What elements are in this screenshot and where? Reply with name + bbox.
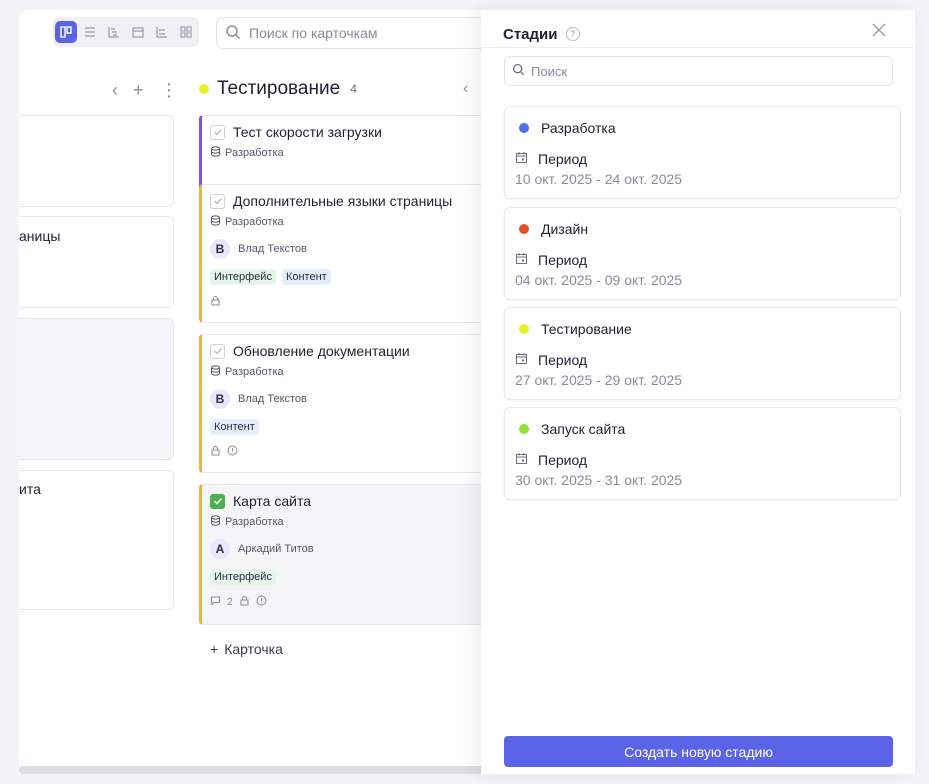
view-switcher	[53, 17, 199, 47]
list-item[interactable]	[19, 115, 174, 207]
stage-name: Разработка	[541, 120, 616, 136]
period-label: Период	[538, 352, 588, 368]
checkbox[interactable]	[210, 493, 225, 509]
stage-color-dot	[519, 123, 529, 133]
plus-icon: +	[210, 641, 219, 657]
stage-name: Тестирование	[541, 321, 632, 337]
lock-icon	[239, 595, 250, 609]
column-header: Тестирование 4	[199, 78, 357, 100]
help-icon[interactable]: ?	[565, 27, 580, 41]
calendar-icon	[515, 452, 528, 468]
stage-color-dot	[519, 224, 529, 234]
chevron-left-icon[interactable]: ‹	[463, 80, 468, 98]
avatar: А	[210, 539, 230, 559]
database-icon	[210, 215, 221, 229]
tag: Интерфейс	[210, 569, 276, 585]
database-icon	[210, 146, 221, 160]
card-title: Тест скорости загрузки	[233, 124, 382, 140]
grid-view-icon[interactable]	[175, 21, 197, 43]
add-card-button[interactable]: + Карточка	[210, 641, 283, 657]
list-item[interactable]	[19, 318, 174, 460]
lock-icon	[210, 295, 221, 309]
column-count: 4	[350, 82, 357, 96]
panel-title: Стадии	[503, 25, 558, 43]
project-name: Разработка	[225, 366, 284, 378]
list-item[interactable]: ита	[19, 470, 174, 610]
calendar-icon	[515, 252, 528, 268]
create-stage-button[interactable]: Создать новую стадию	[504, 736, 893, 767]
period-label: Период	[538, 452, 588, 468]
tag: Интерфейс	[210, 269, 276, 285]
database-icon	[210, 365, 221, 379]
stage-item[interactable]: Тестирование Период 27 окт. 2025 - 29 ок…	[504, 307, 901, 400]
lock-icon	[210, 445, 221, 459]
stage-dates: 27 окт. 2025 - 29 окт. 2025	[515, 372, 683, 388]
search-icon	[225, 24, 241, 43]
tag: Контент	[210, 419, 259, 435]
card-search-placeholder: Поиск по карточкам	[249, 25, 378, 41]
card-title: Обновление документации	[233, 343, 410, 359]
info-icon	[227, 445, 238, 459]
plus-icon[interactable]: +	[133, 80, 144, 101]
stage-color-dot	[199, 84, 209, 94]
list-view-icon[interactable]	[79, 21, 101, 43]
stage-color-dot	[519, 424, 529, 434]
project-name: Разработка	[225, 147, 284, 159]
gantt-view-icon[interactable]	[103, 21, 125, 43]
board-view-icon[interactable]	[55, 21, 77, 43]
search-icon	[512, 63, 525, 79]
timeline-view-icon[interactable]	[151, 21, 173, 43]
avatar: В	[210, 389, 230, 409]
project-name: Разработка	[225, 516, 284, 528]
stage-item[interactable]: Разработка Период 10 окт. 2025 - 24 окт.…	[504, 106, 901, 199]
assignee-name: Влад Текстов	[238, 243, 307, 255]
avatar: В	[210, 239, 230, 259]
stage-dates: 04 окт. 2025 - 09 окт. 2025	[515, 272, 683, 288]
calendar-icon	[515, 151, 528, 167]
checkbox[interactable]	[210, 343, 225, 359]
add-card-label: Карточка	[224, 641, 283, 657]
card-title: Карта сайта	[233, 493, 311, 509]
stage-name: Запуск сайта	[541, 421, 626, 437]
close-icon[interactable]	[871, 22, 887, 38]
database-icon	[210, 515, 221, 529]
assignee-name: Аркадий Титов	[238, 543, 314, 555]
stages-panel: Стадии ? Поиск Разработка Период 10 окт.…	[481, 10, 915, 774]
stage-search-placeholder: Поиск	[531, 63, 568, 79]
comment-icon	[210, 595, 221, 609]
card-search-input[interactable]: Поиск по карточкам	[216, 17, 496, 49]
stage-search-input[interactable]: Поиск	[504, 56, 893, 86]
assignee-name: Влад Текстов	[238, 393, 307, 405]
horizontal-scrollbar[interactable]	[19, 766, 499, 774]
info-icon	[256, 595, 267, 609]
checkbox[interactable]	[210, 124, 225, 140]
tag: Контент	[281, 269, 331, 285]
stage-name: Дизайн	[541, 221, 589, 237]
task-card[interactable]: Карта сайта Разработка А Аркадий Титов И…	[199, 484, 489, 625]
more-vertical-icon[interactable]: ⋮	[160, 80, 178, 101]
project-name: Разработка	[225, 216, 284, 228]
divider	[481, 47, 915, 48]
stage-item[interactable]: Дизайн Период 04 окт. 2025 - 09 окт. 202…	[504, 207, 901, 300]
stage-color-dot	[519, 324, 529, 334]
card-title: Дополнительные языки страницы	[233, 193, 453, 209]
chevron-left-icon[interactable]: ‹	[112, 80, 118, 101]
list-item[interactable]: аницы	[19, 216, 174, 308]
checkbox[interactable]	[210, 193, 225, 209]
calendar-view-icon[interactable]	[127, 21, 149, 43]
task-card[interactable]: Обновление документации Разработка В Вла…	[199, 334, 489, 473]
task-card[interactable]: Дополнительные языки страницы Разработка…	[199, 184, 489, 323]
comment-count: 2	[227, 596, 233, 608]
stage-dates: 30 окт. 2025 - 31 окт. 2025	[515, 472, 683, 488]
calendar-icon	[515, 352, 528, 368]
stage-item[interactable]: Запуск сайта Период 30 окт. 2025 - 31 ок…	[504, 407, 901, 500]
stage-dates: 10 окт. 2025 - 24 окт. 2025	[515, 171, 683, 187]
column-title: Тестирование	[217, 78, 341, 99]
period-label: Период	[538, 252, 588, 268]
period-label: Период	[538, 151, 588, 167]
